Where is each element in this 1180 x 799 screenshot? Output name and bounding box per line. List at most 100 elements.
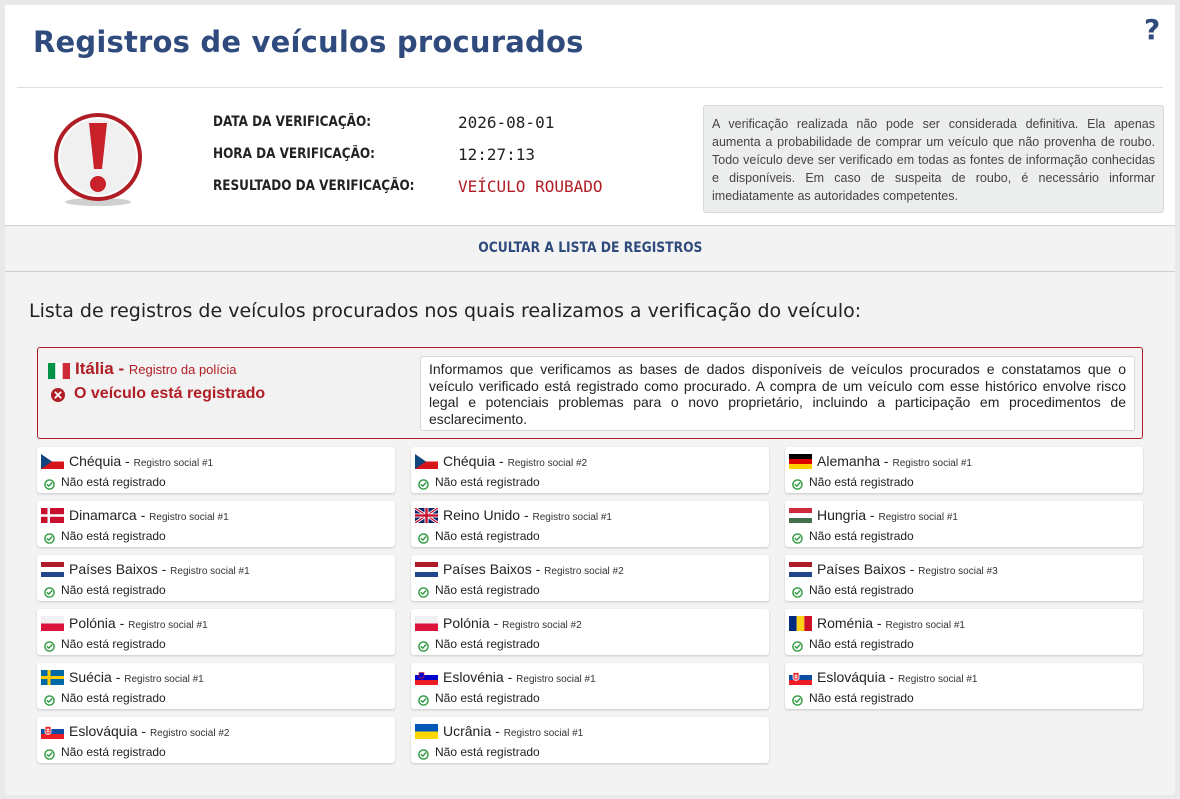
check-circle-icon <box>792 639 803 657</box>
registry-status: Não está registrado <box>61 745 166 759</box>
registry-source: Registro social #2 <box>149 728 230 739</box>
registry-card: Ucrânia - Registro social #1 Não está reg… <box>411 717 769 763</box>
registry-separator: - <box>885 669 898 685</box>
czech-flag-icon <box>415 454 438 469</box>
help-icon[interactable]: ? <box>1144 13 1166 46</box>
registry-source: Registro social #2 <box>507 458 588 469</box>
registry-country-name: Reino Unido <box>443 507 521 523</box>
time-value: 12:27:13 <box>458 145 536 164</box>
registry-separator: - <box>495 453 508 469</box>
registry-card: Países Baixos - Registro social #2 Não es… <box>411 555 769 601</box>
registry-source: Registro social #1 <box>885 620 965 631</box>
result-row: RESULTADO DA VERIFICAÇÃO: VEÍCULO ROUBAD… <box>213 177 603 196</box>
registry-card: Dinamarca - Registro social #1 Não está r… <box>37 501 395 547</box>
registry-country-name: Países Baixos <box>817 561 906 577</box>
registry-card: Polónia - Registro social #2 Não está reg… <box>411 609 769 655</box>
slovakia-flag-icon <box>41 724 64 739</box>
registry-source: Registro social #1 <box>128 620 208 631</box>
date-value: 2026-08-01 <box>458 113 555 132</box>
registry-card: Eslovénia - Registro social #1 Não está r… <box>411 663 769 709</box>
registry-source: Registro social #1 <box>170 566 250 577</box>
registry-separator: - <box>880 453 893 469</box>
time-row: HORA DA VERIFICAÇÃO: 12:27:13 <box>213 145 535 164</box>
sweden-flag-icon <box>41 670 64 685</box>
registry-country-name: Hungria <box>817 507 867 523</box>
registry-source: Registro social #1 <box>532 512 612 523</box>
registry-status: Não está registrado <box>61 583 166 597</box>
check-circle-icon <box>44 639 55 657</box>
registry-card: Países Baixos - Registro social #1 Não es… <box>37 555 395 601</box>
poland-flag-icon <box>415 616 438 631</box>
registry-country: Eslováquia - Registro social #2 <box>69 723 229 739</box>
registry-country-name: Eslováquia <box>69 723 138 739</box>
registry-country-name: Suécia <box>69 669 112 685</box>
time-label: HORA DA VERIFICAÇÃO: <box>213 146 375 162</box>
registry-status: Não está registrado <box>435 637 540 651</box>
registry-source: Registro social #1 <box>897 674 978 685</box>
registry-card: Eslováquia - Registro social #1 Não está … <box>785 663 1143 709</box>
highlight-country: Itália - Registro da polícia <box>75 359 237 379</box>
registry-source: Registro social #2 <box>502 620 582 631</box>
registry-country-name: Chéquia <box>443 453 496 469</box>
registry-country: Hungria - Registro social #1 <box>817 507 958 523</box>
result-label: RESULTADO DA VERIFICAÇÃO: <box>213 178 415 194</box>
registry-card: Chéquia - Registro social #2 Não está reg… <box>411 447 769 493</box>
registry-country-name: Dinamarca <box>69 507 137 523</box>
check-circle-icon <box>792 531 803 549</box>
registry-card: Polónia - Registro social #1 Não está reg… <box>37 609 395 655</box>
check-circle-icon <box>44 477 55 495</box>
registry-country-name: Alemanha <box>817 453 881 469</box>
registry-country-name: Países Baixos <box>443 561 532 577</box>
netherlands-flag-icon <box>41 562 64 577</box>
registry-country-name: Polónia <box>69 615 116 631</box>
registry-status: Não está registrado <box>435 529 540 543</box>
registry-separator: - <box>866 507 879 523</box>
registry-separator: - <box>873 615 886 631</box>
registry-country: Reino Unido - Registro social #1 <box>443 507 612 523</box>
result-value: VEÍCULO ROUBADO <box>458 177 603 196</box>
registry-card: Roménia - Registro social #1 Não está reg… <box>785 609 1143 655</box>
registry-country-name: Roménia <box>817 615 874 631</box>
slovakia-flag-icon <box>789 670 812 685</box>
ukraine-flag-icon <box>415 724 438 739</box>
registry-separator: - <box>905 561 919 577</box>
highlight-separator: - <box>113 359 129 378</box>
highlight-status: O veículo está registrado <box>74 385 266 402</box>
registry-status: Não está registrado <box>809 529 914 543</box>
check-circle-icon <box>44 693 55 711</box>
header-section: Registros de veículos procurados ? DATA … <box>5 5 1175 225</box>
registry-country: Eslováquia - Registro social #1 <box>817 669 977 685</box>
page-title: Registros de veículos procurados <box>33 25 584 59</box>
registry-status: Não está registrado <box>809 691 914 705</box>
uk-flag-icon <box>415 508 438 523</box>
registry-card: Suécia - Registro social #1 Não está regi… <box>37 663 395 709</box>
check-circle-icon <box>418 531 429 549</box>
error-circle-icon <box>51 388 65 407</box>
hide-registers-link[interactable]: OCULTAR A LISTA DE REGISTROS <box>478 240 702 256</box>
registry-country: Chéquia - Registro social #1 <box>69 453 213 469</box>
check-circle-icon <box>792 693 803 711</box>
registry-country-name: Chéquia <box>69 453 122 469</box>
header-divider <box>17 87 1163 88</box>
check-circle-icon <box>792 585 803 603</box>
italy-flag-icon <box>48 363 70 384</box>
toggle-bar: OCULTAR A LISTA DE REGISTROS <box>5 225 1175 272</box>
netherlands-flag-icon <box>415 562 438 577</box>
registry-status: Não está registrado <box>61 637 166 651</box>
registry-separator: - <box>111 669 125 685</box>
registry-country: Polónia - Registro social #2 <box>443 615 582 631</box>
poland-flag-icon <box>41 616 64 631</box>
registers-list-heading: Lista de registros de veículos procurado… <box>29 300 862 322</box>
registry-country: Países Baixos - Registro social #1 <box>69 561 250 577</box>
check-circle-icon <box>418 747 429 765</box>
registry-status: Não está registrado <box>809 475 914 489</box>
netherlands-flag-icon <box>789 562 812 577</box>
registry-card: Hungria - Registro social #1 Não está reg… <box>785 501 1143 547</box>
wanted-registers-panel: Registros de veículos procurados ? DATA … <box>5 5 1175 795</box>
registry-separator: - <box>489 615 503 631</box>
check-circle-icon <box>44 531 55 549</box>
registry-source: Registro social #1 <box>133 458 214 469</box>
check-circle-icon <box>418 585 429 603</box>
registry-separator: - <box>136 507 150 523</box>
registry-status: Não está registrado <box>435 475 540 489</box>
